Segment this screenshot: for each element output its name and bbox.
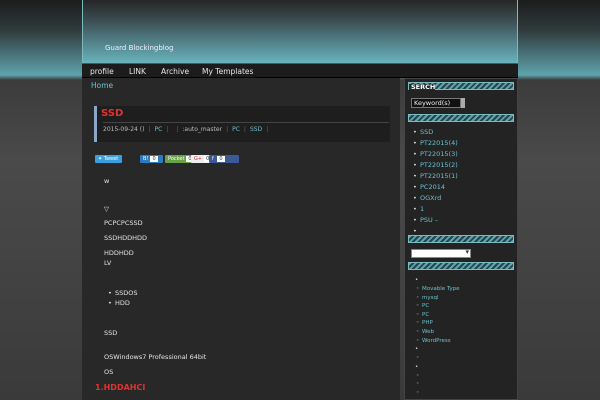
category-item[interactable]: WordPress <box>415 338 460 347</box>
post-header: SSD 2015-09-24 () | PC | |:auto_master | PC | SS… <box>94 106 390 142</box>
body-paragraph: ▽ <box>104 205 109 213</box>
post-category[interactable]: PC <box>155 126 163 133</box>
search-button[interactable] <box>461 98 465 108</box>
sidebar-item[interactable]: PSU – <box>413 216 458 227</box>
main-content: Home SSD 2015-09-24 () | PC | |:auto_master |… <box>82 78 400 400</box>
page-wrapper: Guard Blockingblog profile LINK Archive … <box>82 0 518 400</box>
section-heading: 1.HDDAHCI <box>95 383 146 392</box>
sidebar-search-header: SERCH <box>408 82 514 90</box>
nav-item-my-templates[interactable]: My Templates <box>202 67 253 76</box>
sidebar: SERCH Keyword(s) SSD PT22015(4) PT22015(… <box>404 78 518 400</box>
category-item[interactable]: PC <box>415 303 460 312</box>
body-paragraph: w <box>104 177 110 185</box>
category-item[interactable]: PC <box>415 312 460 321</box>
body-paragraph: SSDHDDHDD <box>104 234 148 242</box>
tree-bullet: • <box>415 363 419 370</box>
post-tag-pc[interactable]: PC <box>232 126 240 133</box>
category-item[interactable]: Web <box>415 329 460 338</box>
sidebar-item[interactable]: 1 <box>413 205 458 216</box>
category-item[interactable]: PHP <box>415 320 460 329</box>
tree-bullet: • <box>415 346 419 353</box>
hatena-icon: B! <box>143 156 149 162</box>
sidebar-item[interactable]: OGXrd <box>413 194 458 205</box>
body-paragraph: SSD <box>104 329 118 337</box>
tree-bullet: • <box>415 277 419 283</box>
search-input[interactable]: Keyword(s) <box>411 98 461 108</box>
post-title[interactable]: SSD <box>101 108 123 119</box>
post-tag-ssd[interactable]: SSD <box>250 126 262 133</box>
post-date: 2015-09-24 () <box>103 126 145 133</box>
facebook-like-button[interactable]: f 0 <box>209 155 239 163</box>
site-header: Guard Blockingblog <box>82 0 518 63</box>
sidebar-item[interactable]: PC2014 <box>413 183 458 194</box>
breadcrumb-home[interactable]: Home <box>91 81 113 90</box>
category-item[interactable]: mysql <box>415 295 460 304</box>
sidebar-item[interactable]: PT22015(4) <box>413 139 458 150</box>
category-tree: • Movable Type mysql PC PC PHP Web WordP… <box>415 277 460 399</box>
nav-item-link[interactable]: LINK <box>129 67 146 76</box>
body-paragraph: OS <box>104 368 114 376</box>
body-paragraph: PCPCPCSSD <box>104 219 143 227</box>
body-paragraph: OSWindows7 Professional 64bit <box>104 353 207 361</box>
sidebar-item[interactable]: PT22015(2) <box>413 161 458 172</box>
tweet-button[interactable]: ✦ Tweet <box>95 155 122 163</box>
category-item[interactable] <box>415 355 460 364</box>
sidebar-divider <box>408 262 514 270</box>
sidebar-divider <box>408 235 514 243</box>
nav-item-profile[interactable]: profile <box>90 67 114 76</box>
post-meta: 2015-09-24 () | PC | |:auto_master | PC | SSD | <box>103 122 389 133</box>
category-item[interactable] <box>415 373 460 382</box>
sidebar-divider <box>408 114 514 122</box>
hatena-bookmark-button[interactable]: B! 0 <box>140 155 163 163</box>
category-item[interactable]: Movable Type <box>415 286 460 295</box>
global-nav: profile LINK Archive My Templates <box>82 63 518 78</box>
facebook-icon: f <box>212 156 214 162</box>
nav-item-archive[interactable]: Archive <box>161 67 189 76</box>
list-item: SSDOS <box>108 289 138 297</box>
body-paragraph: LV <box>104 259 112 267</box>
list-item: HDD <box>108 299 138 307</box>
sidebar-search-title: SERCH <box>409 83 436 91</box>
body-paragraph: HDDHDD <box>104 249 134 257</box>
archive-select[interactable] <box>411 248 471 258</box>
sidebar-recent-list: SSD PT22015(4) PT22015(3) PT22015(2) PT2… <box>413 128 458 236</box>
sidebar-item[interactable]: SSD <box>413 128 458 139</box>
sidebar-item[interactable]: PT22015(3) <box>413 150 458 161</box>
category-item[interactable] <box>415 390 460 399</box>
sidebar-item[interactable]: PT22015(1) <box>413 172 458 183</box>
category-item[interactable] <box>415 381 460 390</box>
body-bullet-list: SSDOS HDD <box>108 289 138 309</box>
site-title[interactable]: Guard Blockingblog <box>105 44 173 52</box>
google-plus-icon: G+ <box>194 156 203 162</box>
twitter-icon: ✦ <box>98 156 103 162</box>
post-author[interactable]: :auto_master <box>182 126 222 133</box>
